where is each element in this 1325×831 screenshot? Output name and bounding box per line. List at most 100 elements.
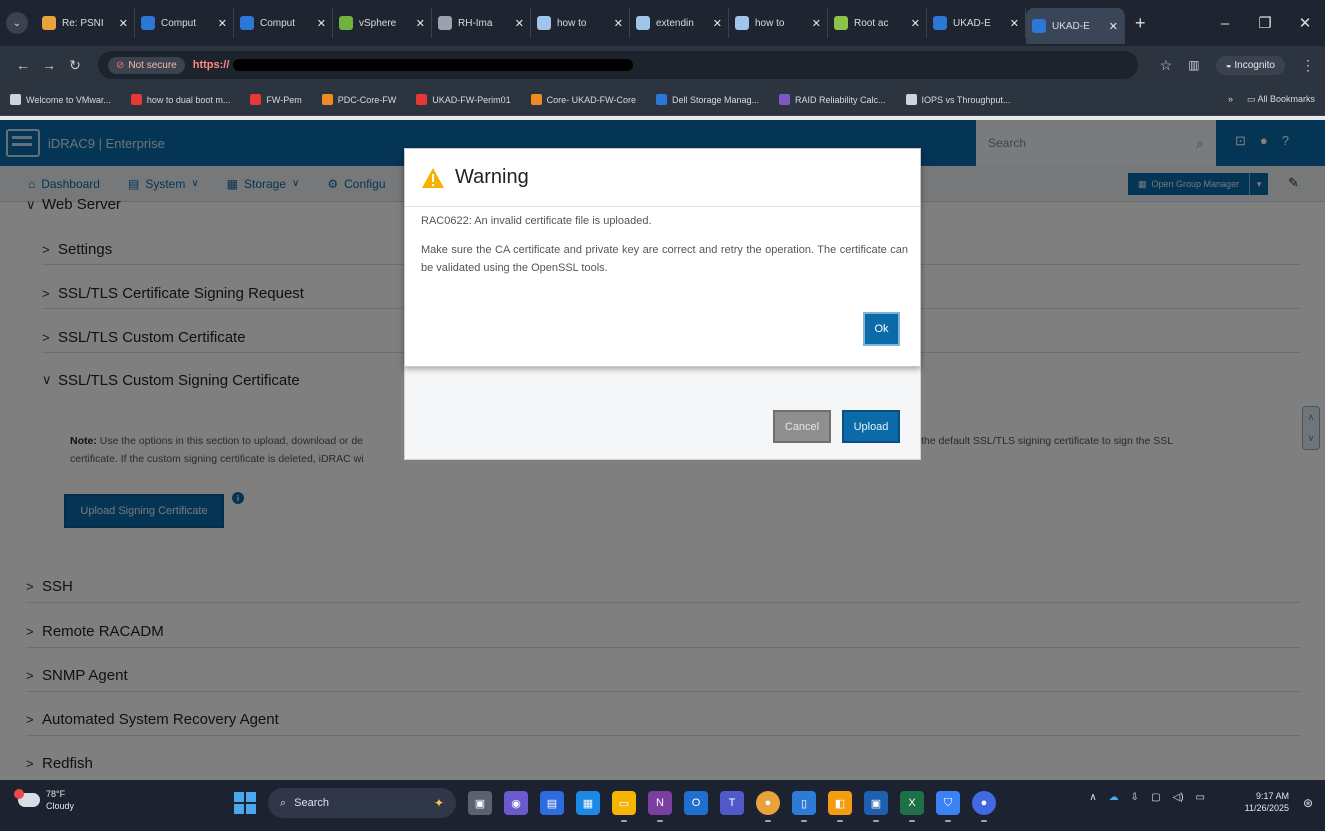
taskbar-search[interactable]: ⌕ Search ✦ — [268, 788, 456, 818]
app-icon-3[interactable]: ● — [972, 791, 996, 822]
bookmark-label: Core- UKAD-FW-Core — [546, 94, 636, 105]
onenote-icon[interactable]: N — [648, 791, 672, 822]
app-icon[interactable]: ▤ — [540, 791, 564, 815]
bookmark-label: FW-Pem — [266, 94, 302, 105]
clock-date: 11/26/2025 — [1244, 803, 1289, 813]
phone-link-icon[interactable]: ▯ — [792, 791, 816, 822]
volume-icon[interactable]: ◁) — [1173, 792, 1184, 803]
tab-title: Comput — [161, 17, 197, 29]
bookmark-item[interactable]: PDC-Core-FW — [321, 94, 396, 105]
tab-close-icon[interactable]: ✕ — [119, 17, 128, 30]
bookmark-item[interactable]: IOPS vs Throughput... — [905, 94, 1010, 105]
weather-widget[interactable]: 78°F Cloudy — [14, 788, 74, 812]
bookmark-star-icon[interactable]: ☆ — [1160, 57, 1173, 74]
browser-tab[interactable]: Re: PSNI ✕ — [36, 8, 135, 38]
tab-close-icon[interactable]: ✕ — [911, 17, 920, 30]
browser-tab[interactable]: Root ac ✕ — [828, 8, 927, 38]
bookmark-favicon-icon — [655, 94, 667, 105]
teams-icon[interactable]: T — [720, 791, 744, 815]
bookmark-item[interactable]: how to dual boot m... — [130, 94, 230, 105]
warning-code: RAC0622: An invalid certificate file is … — [421, 215, 652, 227]
bookmark-item[interactable]: FW-Pem — [250, 94, 302, 105]
notification-icon[interactable]: ⊛ — [1303, 796, 1313, 810]
browser-tab[interactable]: UKAD-E ✕ — [1026, 8, 1125, 44]
tab-close-icon[interactable]: ✕ — [713, 17, 722, 30]
address-bar: ← → ↻ ⊘ Not secure https:// ☆ ▥ ◒ Incogn… — [0, 46, 1325, 84]
tab-close-icon[interactable]: ✕ — [416, 17, 425, 30]
security-chip[interactable]: ⊘ Not secure — [108, 56, 185, 74]
start-icon[interactable] — [234, 792, 256, 814]
tab-close-icon[interactable]: ✕ — [317, 17, 326, 30]
browser-tab[interactable]: Comput ✕ — [135, 8, 234, 38]
bookmark-item[interactable]: UKAD-FW-Perim01 — [416, 94, 511, 105]
incognito-badge[interactable]: ◒ Incognito — [1215, 55, 1285, 75]
all-bookmarks-label: All Bookmarks — [1257, 94, 1315, 104]
browser-tab[interactable]: Comput ✕ — [234, 8, 333, 38]
copilot-icon[interactable]: ◉ — [504, 791, 528, 815]
app-icon-2[interactable]: ◧ — [828, 791, 852, 822]
outlook-icon[interactable]: O — [684, 791, 708, 815]
bookmark-favicon-icon — [905, 94, 917, 105]
forward-icon[interactable]: → — [36, 57, 62, 73]
new-tab-button[interactable]: + — [1135, 13, 1146, 34]
bookmark-item[interactable]: Core- UKAD-FW-Core — [530, 94, 636, 105]
tab-close-icon[interactable]: ✕ — [515, 17, 524, 30]
clock-time: 9:17 AM — [1255, 791, 1289, 801]
browser-tab[interactable]: how to ✕ — [729, 8, 828, 38]
tab-close-icon[interactable]: ✕ — [614, 17, 623, 30]
cancel-button[interactable]: Cancel — [773, 410, 831, 443]
file-explorer-icon[interactable]: ▭ — [612, 791, 636, 822]
bookmark-favicon-icon — [250, 94, 262, 105]
tab-close-icon[interactable]: ✕ — [1010, 17, 1019, 30]
weather-temp: 78°F — [46, 789, 66, 799]
tab-close-icon[interactable]: ✕ — [1109, 20, 1118, 33]
warning-circle-icon: ⊘ — [116, 59, 125, 71]
minimize-icon[interactable]: – — [1205, 15, 1245, 32]
tab-search-button[interactable]: ⌄ — [6, 12, 28, 34]
photos-icon[interactable]: ▦ — [576, 791, 600, 815]
excel-icon[interactable]: X — [900, 791, 924, 822]
system-tray: ∧ ☁ ⇩ ▢ ◁) ▭ — [1089, 792, 1205, 803]
tab-close-icon[interactable]: ✕ — [218, 17, 227, 30]
browser-tab[interactable]: extendin ✕ — [630, 8, 729, 38]
close-window-icon[interactable]: ✕ — [1285, 14, 1325, 32]
remote-desktop-icon[interactable]: ▣ — [864, 791, 888, 822]
search-icon: ⌕ — [280, 796, 287, 809]
tab-title: how to — [755, 17, 785, 29]
more-bookmarks-icon[interactable]: » — [1228, 94, 1233, 105]
browser-tab[interactable]: UKAD-E ✕ — [927, 8, 1026, 38]
restore-icon[interactable]: ❐ — [1245, 14, 1285, 32]
clock[interactable]: 9:17 AM 11/26/2025 — [1245, 790, 1289, 814]
chrome-icon[interactable]: ● — [756, 791, 780, 822]
bookmark-item[interactable]: RAID Reliability Calc... — [779, 94, 886, 105]
battery-icon[interactable]: ▭ — [1196, 792, 1205, 803]
ok-button[interactable]: Ok — [863, 312, 900, 346]
security-icon[interactable]: ⛉ — [936, 791, 960, 822]
tab-favicon-icon — [438, 16, 452, 30]
task-view-icon[interactable]: ▣ — [468, 791, 492, 815]
back-icon[interactable]: ← — [10, 57, 36, 73]
browser-tab[interactable]: RH-Ima ✕ — [432, 8, 531, 38]
display-icon[interactable]: ▢ — [1151, 792, 1160, 803]
taskbar-search-label: Search — [294, 797, 330, 809]
bookmark-item[interactable]: Welcome to VMwar... — [10, 94, 111, 105]
reload-icon[interactable]: ↻ — [62, 57, 88, 74]
incognito-label: Incognito — [1234, 59, 1275, 71]
all-bookmarks[interactable]: ▭ All Bookmarks — [1247, 94, 1315, 105]
chevron-up-icon[interactable]: ∧ — [1089, 792, 1096, 803]
tab-title: UKAD-E — [953, 17, 991, 29]
tab-close-icon[interactable]: ✕ — [812, 17, 821, 30]
tab-favicon-icon — [1032, 19, 1046, 33]
browser-tab[interactable]: how to ✕ — [531, 8, 630, 38]
onedrive-icon[interactable]: ☁ — [1109, 792, 1119, 803]
bookmark-item[interactable]: Dell Storage Manag... — [655, 94, 759, 105]
url-field[interactable]: ⊘ Not secure https:// — [98, 51, 1138, 79]
browser-menu-icon[interactable]: ⋮ — [1301, 57, 1315, 74]
windows-taskbar: 78°F Cloudy ⌕ Search ✦ ▣ ◉ ▤ ▦ ▭ N O T ●… — [0, 780, 1325, 831]
bookmark-label: Dell Storage Manag... — [671, 94, 759, 105]
browser-tab[interactable]: vSphere ✕ — [333, 8, 432, 38]
reading-mode-icon[interactable]: ▥ — [1188, 58, 1199, 72]
usb-icon[interactable]: ⇩ — [1131, 792, 1139, 803]
tab-favicon-icon — [141, 16, 155, 30]
upload-button[interactable]: Upload — [842, 410, 900, 443]
